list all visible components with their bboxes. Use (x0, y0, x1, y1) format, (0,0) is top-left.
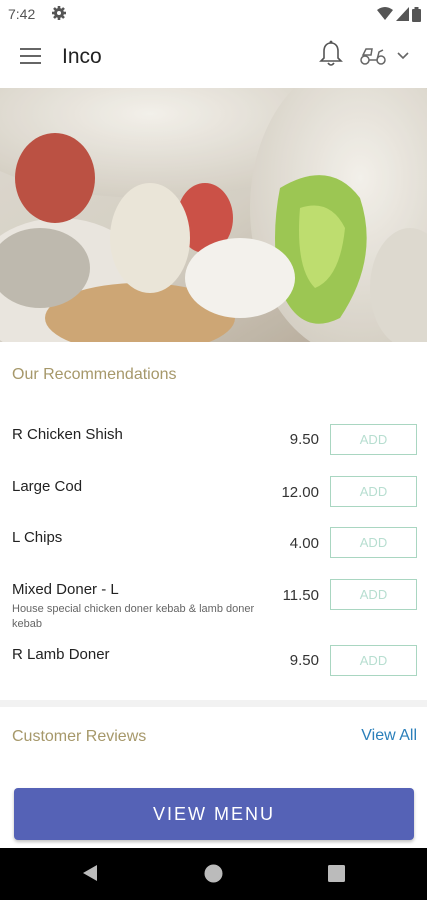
menu-item-price: 4.00 (289, 535, 319, 552)
battery-icon (412, 6, 421, 22)
wifi-icon (377, 7, 393, 20)
menu-item-description: House special chicken doner kebab & lamb… (12, 603, 255, 630)
chevron-down-icon[interactable] (396, 50, 410, 62)
system-nav-bar (0, 848, 427, 900)
add-button[interactable]: ADD (330, 527, 417, 558)
status-icons (377, 6, 421, 22)
app-title: Inco (62, 45, 102, 68)
menu-item-name: R Chicken Shish (12, 426, 123, 443)
signal-icon (396, 7, 409, 21)
view-menu-button[interactable]: VIEW MENU (14, 788, 414, 840)
add-button[interactable]: ADD (330, 579, 417, 610)
add-button[interactable]: ADD (330, 476, 417, 507)
bell-icon[interactable] (318, 40, 344, 68)
menu-item-name: R Lamb Doner (12, 646, 110, 663)
hero-food-image (0, 88, 427, 342)
app-bar: Inco (0, 28, 427, 88)
status-bar: 7:42 (0, 0, 427, 28)
menu-item-price: 9.50 (289, 652, 319, 669)
menu-item-name: Mixed Doner - L (12, 581, 119, 598)
back-icon[interactable] (80, 863, 100, 883)
hamburger-menu-icon[interactable] (18, 44, 44, 68)
gear-icon (52, 6, 66, 20)
menu-item-price: 9.50 (289, 431, 319, 448)
reviews-title: Customer Reviews (12, 728, 147, 745)
view-all-link[interactable]: View All (361, 727, 417, 745)
menu-item-name: L Chips (12, 529, 63, 546)
scooter-icon[interactable] (359, 44, 387, 66)
menu-item-price: 11.50 (282, 587, 319, 604)
section-divider (0, 700, 427, 707)
status-time: 7:42 (8, 6, 36, 22)
home-icon[interactable] (204, 864, 223, 883)
menu-item-price: 12.00 (281, 484, 319, 501)
add-button[interactable]: ADD (330, 424, 417, 455)
recommendations-title: Our Recommendations (12, 366, 177, 383)
add-button[interactable]: ADD (330, 645, 417, 676)
recent-apps-icon[interactable] (328, 865, 345, 882)
menu-item-name: Large Cod (12, 478, 83, 495)
